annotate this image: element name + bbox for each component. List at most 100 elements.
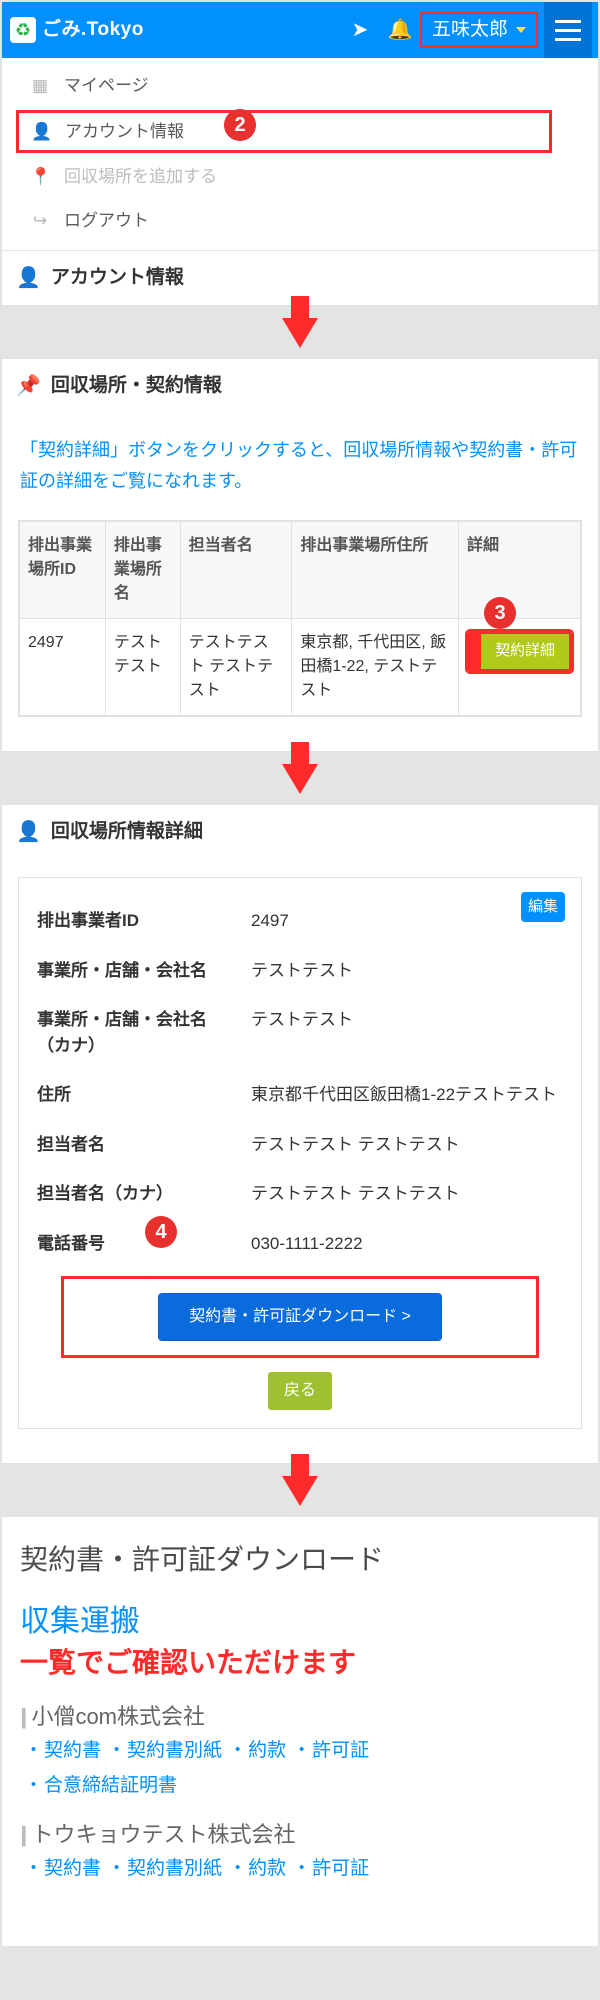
company-row: || トウキョウテスト株式会社 (20, 1818, 580, 1851)
dropdown-label: ログアウト (64, 208, 149, 234)
arrow-down-icon (282, 764, 318, 794)
cell-staff: テストテスト テストテスト (180, 619, 292, 716)
doc-links: ・合意締結証明書 (20, 1768, 580, 1803)
doc-link[interactable]: 許可証 (312, 1855, 369, 1884)
company-name: トウキョウテスト株式会社 (31, 1818, 295, 1851)
bell-icon[interactable]: 🔔 (380, 15, 420, 45)
cell-name: テストテスト (105, 619, 180, 716)
kv-key: 事業所・店舗・会社名 (37, 958, 237, 984)
kv-row: 排出事業者ID 2497 (37, 896, 563, 946)
kv-key: 担当者名 (37, 1132, 237, 1158)
doc-link[interactable]: 契約書 (44, 1737, 101, 1766)
brand[interactable]: ♻ ごみ.Tokyo (10, 16, 144, 45)
section-header-contract: 📌 回収場所・契約情報 (2, 359, 598, 413)
section-title: アカウント情報 (51, 264, 184, 293)
company-row: || 小僧com株式会社 (20, 1700, 580, 1733)
dropdown-item-account[interactable]: 👤 アカウント情報 (16, 110, 552, 154)
cell-id: 2497 (20, 619, 106, 716)
kv-val: 2497 (251, 908, 563, 934)
arrow-down-icon (282, 318, 318, 348)
doc-link[interactable]: 契約書別紙 (127, 1737, 222, 1766)
doc-link[interactable]: 許可証 (312, 1737, 369, 1766)
dropdown-label: 回収場所を追加する (64, 164, 217, 190)
cell-addr: 東京都, 千代田区, 飯田橋1-22, テストテスト (292, 619, 459, 716)
hamburger-menu[interactable] (544, 2, 592, 58)
dropdown-label: アカウント情報 (65, 119, 184, 145)
download-title: 契約書・許可証ダウンロード (20, 1539, 580, 1581)
doc-link[interactable]: 契約書 (44, 1855, 101, 1884)
edit-button[interactable]: 編集 (521, 892, 565, 922)
kv-val: テストテスト (251, 1007, 563, 1058)
company-name: 小僧com株式会社 (31, 1700, 205, 1733)
kv-row: 住所 東京都千代田区飯田橋1-22テストテスト (37, 1070, 563, 1120)
doc-link[interactable]: 約款 (248, 1737, 286, 1766)
pin-icon: 📍 (30, 164, 50, 190)
dropdown-item-logout[interactable]: ↪ ログアウト (2, 199, 598, 243)
kv-row: 担当者名 テストテスト テストテスト (37, 1120, 563, 1170)
download-subtitle: 収集運搬 (20, 1599, 580, 1644)
dropdown-label: マイページ (64, 73, 149, 99)
pin-icon: 📌 (16, 371, 41, 401)
table-row: 2497 テストテスト テストテスト テストテスト 東京都, 千代田区, 飯田橋… (20, 619, 581, 716)
bars-icon: || (20, 1818, 23, 1851)
send-icon[interactable]: ➤ (340, 15, 380, 45)
panel-contract-list: 📌 回収場所・契約情報 「契約詳細」ボタンをクリックすると、回収場所情報や契約書… (1, 358, 599, 752)
cell-detail: 契約詳細 (458, 619, 580, 716)
section-title: 回収場所情報詳細 (51, 818, 203, 847)
logout-icon: ↪ (30, 208, 50, 234)
kv-val: テストテスト (251, 958, 563, 984)
panel-account-dropdown: ♻ ごみ.Tokyo ➤ 🔔 五味太郎 1 ▦ マイページ 👤 アカウント情報 … (1, 1, 599, 306)
callout-3: 3 (484, 597, 516, 629)
col-addr: 排出事業場所住所 (292, 522, 459, 619)
dashboard-icon: ▦ (30, 73, 50, 99)
panel-location-detail: 👤 回収場所情報詳細 編集 排出事業者ID 2497 事業所・店舗・会社名 テス… (1, 804, 599, 1464)
user-dropdown: ▦ マイページ 👤 アカウント情報 2 📍 回収場所を追加する ↪ ログアウト (2, 58, 598, 250)
kv-key: 電話番号 (37, 1231, 237, 1257)
arrow-down-icon (282, 1476, 318, 1506)
chevron-down-icon (516, 27, 526, 33)
dropdown-item-add-location[interactable]: 📍 回収場所を追加する (2, 155, 598, 199)
kv-val: テストテスト テストテスト (251, 1132, 563, 1158)
bars-icon: || (20, 1700, 23, 1733)
user-icon: 👤 (31, 119, 51, 145)
kv-row: 担当者名（カナ） テストテスト テストテスト (37, 1169, 563, 1219)
kv-key: 事業所・店舗・会社名（カナ） (37, 1007, 237, 1058)
doc-links: ・契約書 ・契約書別紙 ・約款 ・許可証 (20, 1733, 580, 1768)
download-button-highlight: 契約書・許可証ダウンロード > (61, 1276, 539, 1358)
doc-links: ・契約書 ・契約書別紙 ・約款 ・許可証 (20, 1851, 580, 1886)
back-button[interactable]: 戻る (268, 1372, 332, 1410)
kv-val: 東京都千代田区飯田橋1-22テストテスト (251, 1082, 563, 1108)
kv-val: 030-1111-2222 (251, 1231, 563, 1257)
kv-row: 事業所・店舗・会社名（カナ） テストテスト (37, 995, 563, 1070)
doc-link[interactable]: 合意締結証明書 (44, 1772, 177, 1801)
section-header-detail: 👤 回収場所情報詳細 (2, 805, 598, 859)
col-staff: 担当者名 (180, 522, 292, 619)
panel-download-list: 契約書・許可証ダウンロード 収集運搬 一覧でご確認いただけます || 小僧com… (1, 1516, 599, 1947)
kv-val: テストテスト テストテスト (251, 1181, 563, 1207)
app-bar: ♻ ごみ.Tokyo ➤ 🔔 五味太郎 1 (2, 2, 598, 58)
section-title: 回収場所・契約情報 (51, 372, 222, 401)
kv-row: 事業所・店舗・会社名 テストテスト (37, 946, 563, 996)
doc-link[interactable]: 契約書別紙 (127, 1855, 222, 1884)
callout-2: 2 (224, 109, 256, 141)
dropdown-item-mypage[interactable]: ▦ マイページ (2, 64, 598, 108)
user-name: 五味太郎 (432, 16, 508, 45)
user-menu-trigger[interactable]: 五味太郎 (420, 12, 538, 49)
doc-link[interactable]: 約款 (248, 1855, 286, 1884)
col-name: 排出事業場所名 (105, 522, 180, 619)
user-icon: 👤 (16, 263, 41, 293)
info-text: 「契約詳細」ボタンをクリックすると、回収場所情報や契約書・許可証の詳細をご覧にな… (2, 413, 598, 502)
brand-text: ごみ.Tokyo (42, 16, 144, 45)
contract-detail-button[interactable]: 契約詳細 (467, 631, 572, 672)
user-icon: 👤 (16, 817, 41, 847)
detail-block: 編集 排出事業者ID 2497 事業所・店舗・会社名 テストテスト 事業所・店舗… (18, 877, 582, 1429)
trash-icon: ♻ (10, 17, 36, 43)
kv-row: 電話番号 030-1111-2222 (37, 1219, 563, 1269)
overlay-message: 一覧でご確認いただけます (20, 1642, 580, 1684)
callout-4: 4 (145, 1216, 177, 1248)
kv-key: 排出事業者ID (37, 908, 237, 934)
download-contract-button[interactable]: 契約書・許可証ダウンロード > (158, 1293, 442, 1341)
download-list: 契約書・許可証ダウンロード 収集運搬 一覧でご確認いただけます || 小僧com… (2, 1517, 598, 1946)
col-id: 排出事業場所ID (20, 522, 106, 619)
kv-key: 担当者名（カナ） (37, 1181, 237, 1207)
